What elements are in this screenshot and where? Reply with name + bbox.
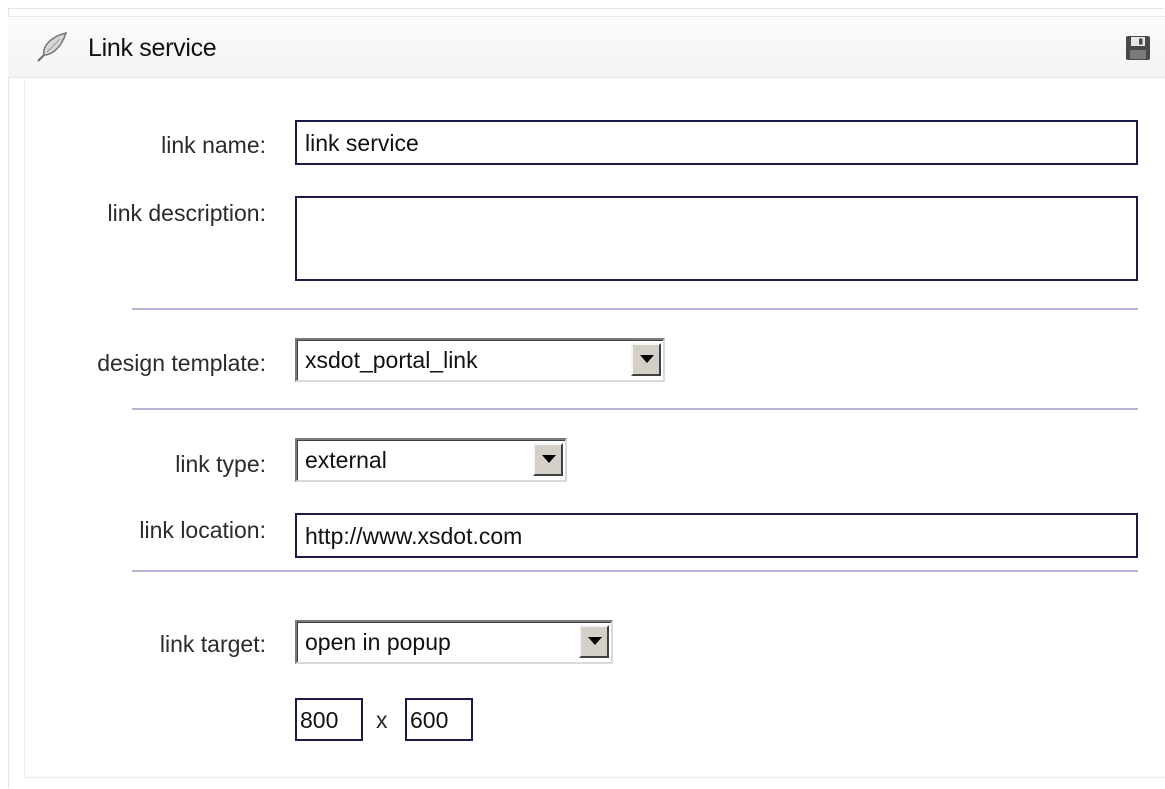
divider: [132, 308, 1138, 310]
link-description-label: link description:: [107, 200, 266, 226]
panel-header: Link service: [8, 16, 1165, 78]
link-name-label: link name:: [161, 132, 266, 158]
panel-title: Link service: [88, 34, 217, 62]
size-separator: x: [376, 707, 388, 733]
link-name-input[interactable]: link service: [295, 120, 1138, 165]
link-target-select[interactable]: open in popup: [295, 620, 613, 664]
chevron-down-icon[interactable]: [533, 443, 563, 476]
link-target-label: link target:: [159, 631, 266, 657]
link-type-selected: external: [305, 447, 387, 473]
divider: [132, 408, 1138, 410]
design-template-label: design template:: [97, 350, 266, 376]
link-type-label: link type:: [175, 451, 266, 477]
chevron-down-icon[interactable]: [631, 343, 661, 376]
panel-body: [24, 79, 1165, 778]
divider: [132, 570, 1138, 572]
popup-width-input[interactable]: 800: [295, 698, 363, 741]
link-description-textarea[interactable]: [295, 196, 1138, 281]
link-location-input[interactable]: http://www.xsdot.com: [295, 513, 1138, 558]
link-type-select[interactable]: external: [295, 438, 567, 482]
feather-icon: [32, 27, 72, 67]
chevron-down-icon[interactable]: [579, 625, 609, 658]
design-template-selected: xsdot_portal_link: [305, 347, 478, 373]
link-target-selected: open in popup: [305, 629, 451, 655]
popup-height-input[interactable]: 600: [405, 698, 473, 741]
design-template-select[interactable]: xsdot_portal_link: [295, 338, 665, 382]
link-location-label: link location:: [139, 517, 266, 543]
floppy-disk-icon[interactable]: [1124, 34, 1152, 62]
